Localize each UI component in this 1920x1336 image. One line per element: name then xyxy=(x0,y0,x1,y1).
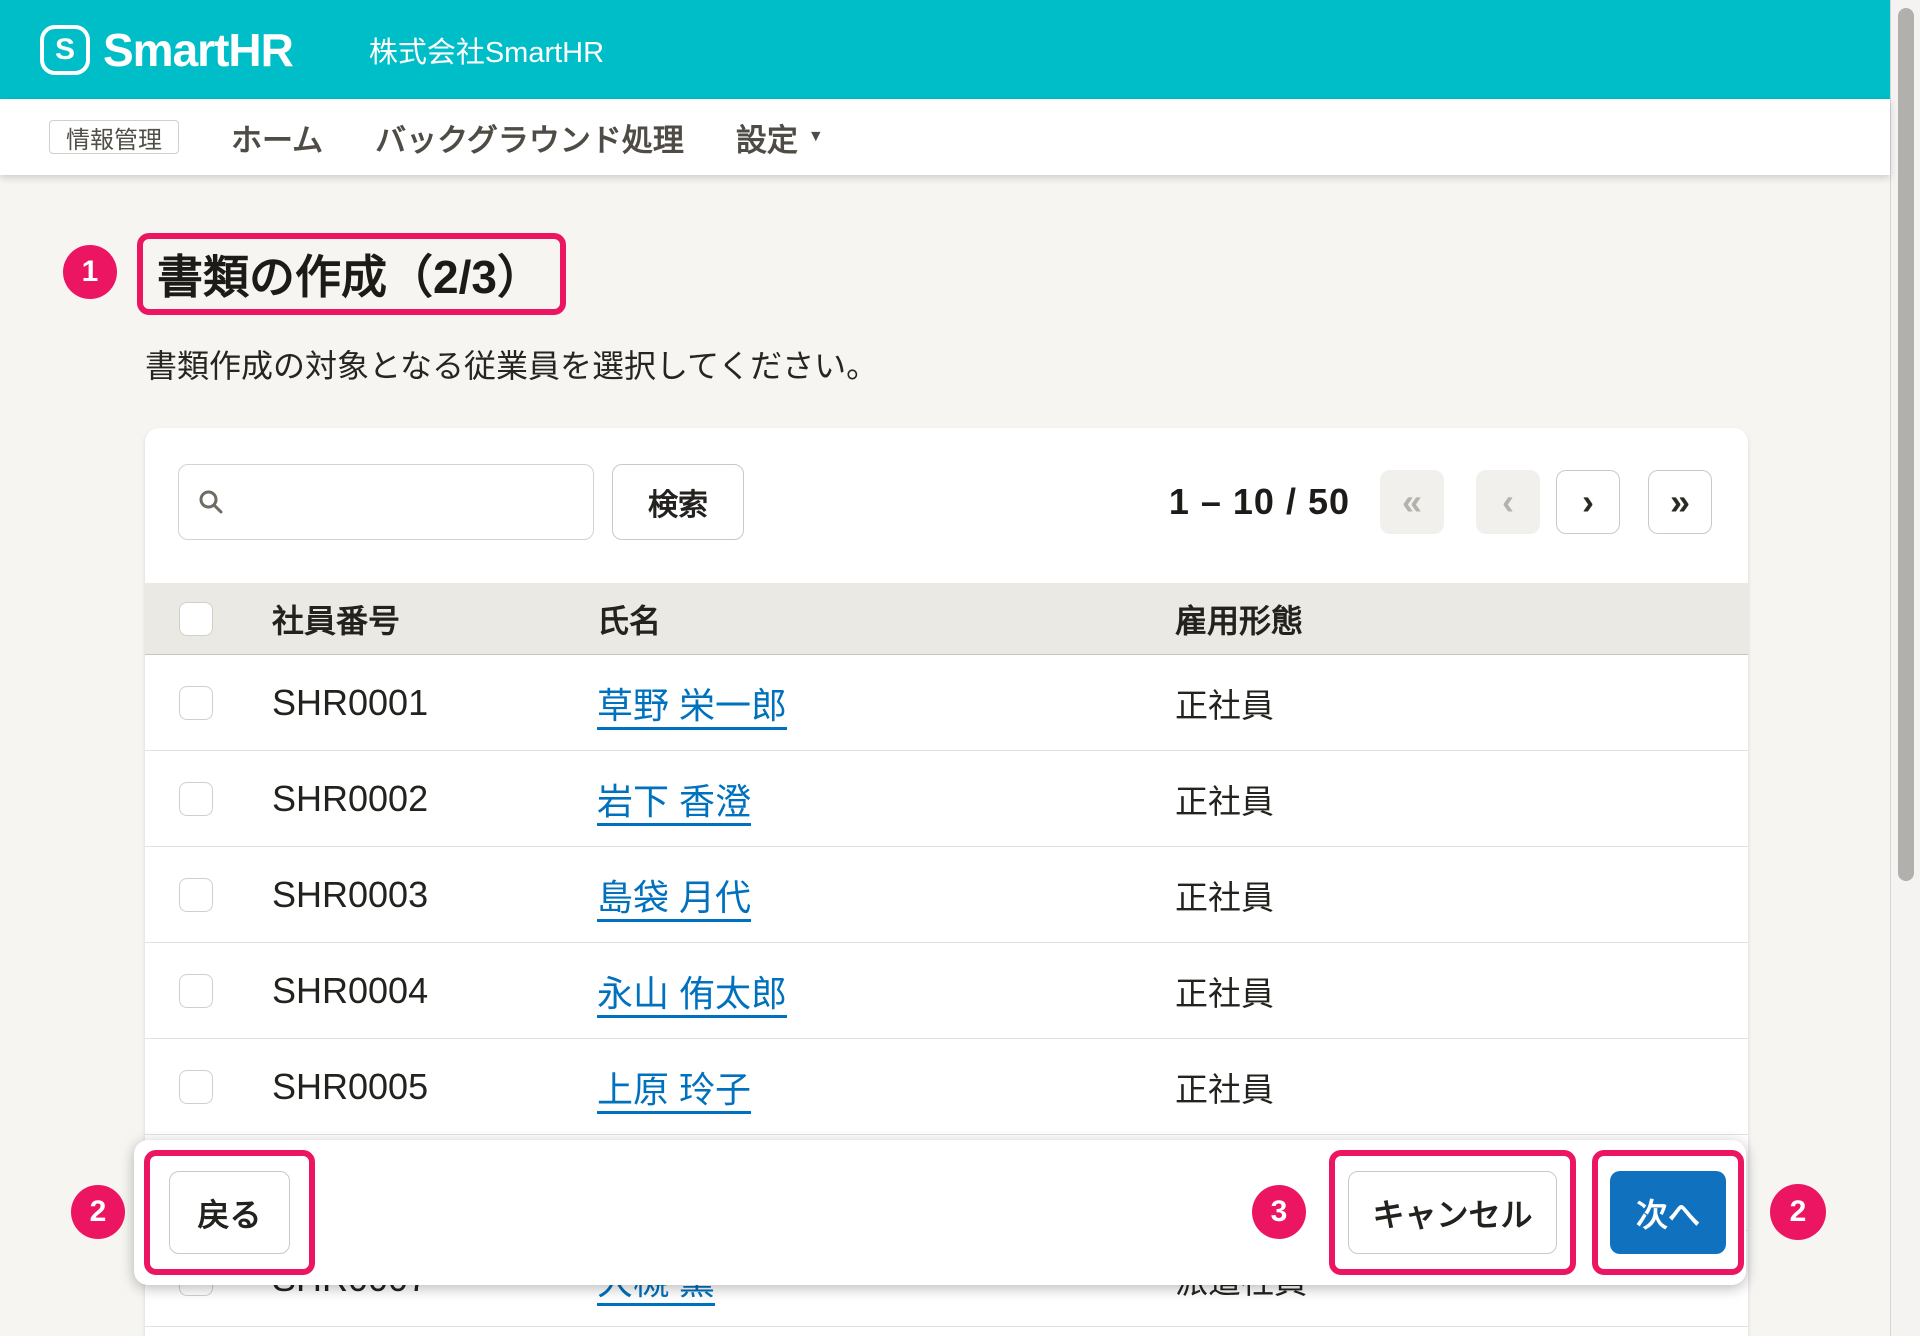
cancel-button[interactable]: キャンセル xyxy=(1348,1171,1557,1254)
scrollbar-track xyxy=(1890,0,1920,1336)
row-checkbox[interactable] xyxy=(179,974,213,1008)
page-title: 書類の作成（2/3） xyxy=(157,241,543,307)
search-icon xyxy=(197,488,225,516)
smarthr-logo[interactable]: S SmartHR xyxy=(40,23,293,77)
scrollbar-thumb[interactable] xyxy=(1898,8,1914,881)
annotation-badge-2-left: 2 xyxy=(71,1185,125,1239)
main-navigation: 情報管理 ホーム バックグラウンド処理 設定 ▼ xyxy=(0,99,1890,175)
select-all-checkbox[interactable] xyxy=(179,602,213,636)
employment-type: 正社員 xyxy=(1175,871,1274,919)
pagination-range: 1 – 10 / 50 xyxy=(1169,464,1350,540)
annotation-highlight-back: 戻る xyxy=(144,1150,315,1275)
table-row: SHR0004 永山 侑太郎 正社員 xyxy=(145,943,1748,1039)
column-header-name: 氏名 xyxy=(597,596,661,642)
back-button[interactable]: 戻る xyxy=(169,1171,290,1254)
employee-id: SHR0002 xyxy=(272,778,428,820)
column-header-employment: 雇用形態 xyxy=(1175,596,1303,642)
employee-name-link[interactable]: 上原 玲子 xyxy=(597,1061,751,1113)
pagination-next-button[interactable]: › xyxy=(1556,470,1620,534)
brand-header: S SmartHR 株式会社SmartHR xyxy=(0,0,1890,99)
row-checkbox[interactable] xyxy=(179,1070,213,1104)
nav-item-home[interactable]: ホーム xyxy=(231,115,323,160)
current-app-badge: 情報管理 xyxy=(49,120,179,154)
employee-id: SHR0001 xyxy=(272,682,428,724)
annotation-badge-1: 1 xyxy=(63,245,117,299)
annotation-highlight-next: 次へ xyxy=(1592,1150,1744,1275)
chevron-down-icon: ▼ xyxy=(808,128,824,146)
table-row: SHR0001 草野 栄一郎 正社員 xyxy=(145,655,1748,751)
employment-type: 正社員 xyxy=(1175,967,1274,1015)
column-header-employee-id: 社員番号 xyxy=(272,596,400,642)
employment-type: 正社員 xyxy=(1175,775,1274,823)
employment-type: 正社員 xyxy=(1175,679,1274,727)
pagination-first-button[interactable]: « xyxy=(1380,470,1444,534)
search-input[interactable] xyxy=(178,464,594,540)
search-field-wrap xyxy=(178,464,594,540)
pagination-prev-button[interactable]: ‹ xyxy=(1476,470,1540,534)
double-chevron-left-icon: « xyxy=(1402,481,1422,523)
logo-text: SmartHR xyxy=(103,23,293,77)
employee-id: SHR0003 xyxy=(272,874,428,916)
row-checkbox[interactable] xyxy=(179,878,213,912)
search-button[interactable]: 検索 xyxy=(612,464,744,540)
row-checkbox[interactable] xyxy=(179,782,213,816)
table-row: SHR0005 上原 玲子 正社員 xyxy=(145,1039,1748,1135)
page-description: 書類作成の対象となる従業員を選択してください。 xyxy=(145,341,878,387)
chevron-right-icon: › xyxy=(1582,481,1594,523)
next-button[interactable]: 次へ xyxy=(1610,1171,1726,1254)
employee-id: SHR0005 xyxy=(272,1066,428,1108)
table-header-row: 社員番号 氏名 雇用形態 xyxy=(145,583,1748,655)
employee-name-link[interactable]: 永山 侑太郎 xyxy=(597,965,787,1017)
table-row: SHR0003 島袋 月代 正社員 xyxy=(145,847,1748,943)
chevron-left-icon: ‹ xyxy=(1502,481,1514,523)
nav-item-settings[interactable]: 設定 ▼ xyxy=(736,115,824,160)
bottom-action-bar: 戻る キャンセル 次へ xyxy=(134,1140,1746,1285)
row-checkbox[interactable] xyxy=(179,686,213,720)
employee-name-link[interactable]: 草野 栄一郎 xyxy=(597,677,787,729)
annotation-highlight-title: 書類の作成（2/3） xyxy=(137,233,566,315)
smarthr-logo-icon: S xyxy=(40,25,90,75)
table-row: SHR0002 岩下 香澄 正社員 xyxy=(145,751,1748,847)
double-chevron-right-icon: » xyxy=(1670,481,1690,523)
employee-name-link[interactable]: 岩下 香澄 xyxy=(597,773,751,825)
nav-item-background-jobs[interactable]: バックグラウンド処理 xyxy=(375,115,684,160)
pagination-last-button[interactable]: » xyxy=(1648,470,1712,534)
annotation-badge-3: 3 xyxy=(1252,1185,1306,1239)
annotation-highlight-cancel: キャンセル xyxy=(1329,1150,1576,1275)
annotation-badge-2-right: 2 xyxy=(1770,1184,1826,1240)
employee-id: SHR0004 xyxy=(272,970,428,1012)
logo-letter: S xyxy=(55,33,75,67)
employment-type: 正社員 xyxy=(1175,1063,1274,1111)
company-name: 株式会社SmartHR xyxy=(369,29,604,71)
employee-name-link[interactable]: 島袋 月代 xyxy=(597,869,751,921)
